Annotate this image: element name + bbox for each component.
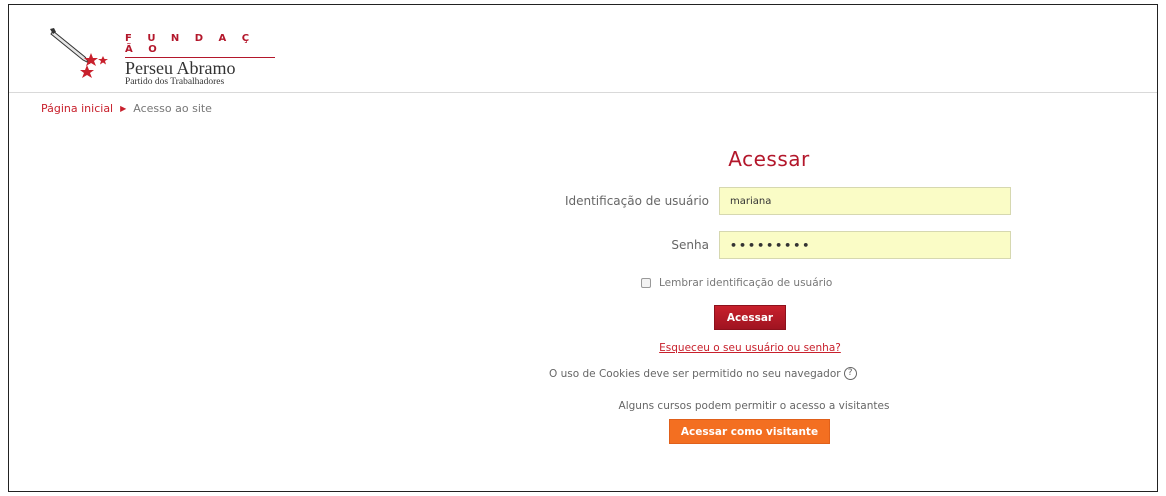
guest-access-notice: Alguns cursos podem permitir o acesso a …: [618, 400, 890, 412]
site-logo[interactable]: F U N D A Ç Ã O Perseu Abramo Partido do…: [45, 23, 275, 87]
help-icon[interactable]: ?: [843, 367, 857, 380]
logo-subtitle: Partido dos Trabalhadores: [125, 77, 225, 87]
breadcrumb-current: Acesso ao site: [133, 102, 212, 115]
breadcrumb: Página inicial ▶ Acesso ao site: [41, 102, 212, 115]
triangle-right-icon: ▶: [120, 104, 127, 113]
page-header: F U N D A Ç Ã O Perseu Abramo Partido do…: [9, 5, 1157, 93]
remember-username-row: Lembrar identificação de usuário: [641, 277, 832, 289]
logo-name: Perseu Abramo: [125, 57, 275, 77]
pen-stars-logo-icon: [50, 28, 108, 78]
cookies-notice-text: O uso de Cookies deve ser permitido no s…: [549, 367, 841, 380]
page-frame: F U N D A Ç Ã O Perseu Abramo Partido do…: [8, 4, 1158, 492]
logo-fundacao: F U N D A Ç Ã O: [125, 33, 256, 55]
cookies-notice: O uso de Cookies deve ser permitido no s…: [549, 367, 969, 380]
password-label: Senha: [671, 238, 709, 252]
login-button[interactable]: Acessar: [714, 305, 786, 330]
remember-username-checkbox[interactable]: [641, 278, 651, 288]
password-input[interactable]: •••••••••: [719, 231, 1011, 259]
breadcrumb-home-link[interactable]: Página inicial: [41, 102, 113, 115]
forgot-credentials-link[interactable]: Esqueceu o seu usuário ou senha?: [649, 342, 851, 354]
guest-login-button[interactable]: Acessar como visitante: [669, 419, 830, 444]
login-title: Acessar: [728, 147, 810, 171]
logo-text: F U N D A Ç Ã O Perseu Abramo Partido do…: [125, 33, 275, 87]
username-label: Identificação de usuário: [564, 194, 709, 208]
remember-username-label[interactable]: Lembrar identificação de usuário: [659, 277, 832, 289]
username-input[interactable]: mariana: [719, 187, 1011, 215]
